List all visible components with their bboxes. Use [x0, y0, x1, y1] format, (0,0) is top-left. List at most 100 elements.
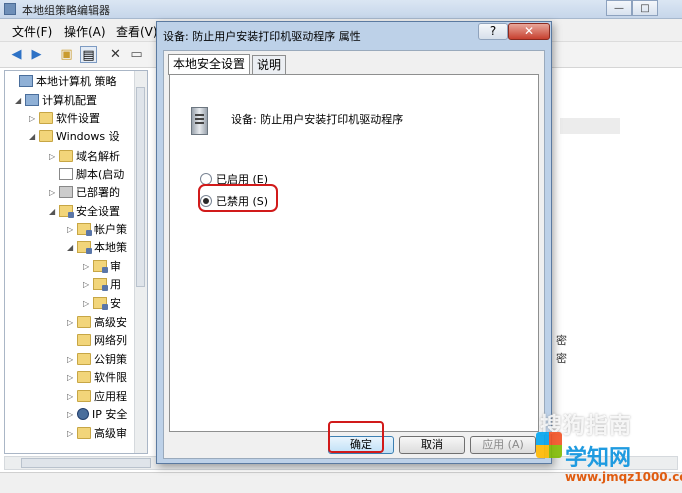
tree-item-label: 高级安: [94, 316, 127, 329]
tree-expander[interactable]: ▷: [83, 276, 92, 294]
highlight-annotation: [198, 184, 278, 212]
tree-item-label: 计算机配置: [42, 94, 97, 107]
dialog-title: 设备: 防止用户安装打印机驱动程序 属性: [163, 30, 361, 43]
dialog-body: 本地安全设置 说明 设备: 防止用户安装打印机驱动程序 已启用 (E) 已禁用 …: [163, 50, 545, 459]
tree-expander[interactable]: ◢: [67, 239, 76, 257]
tree-item[interactable]: ◢ 安全设置: [49, 203, 120, 221]
tree-item[interactable]: ▷ 高级审: [67, 425, 127, 443]
scrollbar-thumb[interactable]: [21, 458, 151, 468]
tree-expander[interactable]: ▷: [67, 388, 76, 406]
scrollbar-thumb[interactable]: [136, 87, 145, 287]
tree-expander[interactable]: ▷: [49, 148, 58, 166]
tree-expander[interactable]: ▷: [29, 110, 38, 128]
folder-icon: [39, 112, 53, 124]
server-icon: [191, 107, 208, 135]
computer-icon: [19, 75, 33, 87]
tree-item[interactable]: ▷ 软件设置: [29, 110, 100, 128]
menu-action[interactable]: 操作(A): [64, 23, 106, 40]
security-icon: [59, 205, 74, 218]
dialog-title-bar[interactable]: 设备: 防止用户安装打印机驱动程序 属性 ? ✕: [157, 22, 551, 48]
tree-expander[interactable]: ▷: [83, 258, 92, 276]
tree-expander[interactable]: ◢: [29, 128, 38, 146]
tree-item[interactable]: ▷ 软件限: [67, 369, 127, 387]
tree-item[interactable]: 网络列: [67, 332, 127, 350]
help-button[interactable]: ?: [478, 23, 508, 40]
tree-item-label: 高级审: [94, 427, 127, 440]
tree-expander[interactable]: ▷: [67, 314, 76, 332]
main-title-bar[interactable]: 本地组策略编辑器 — □: [0, 0, 682, 19]
tree-item-label: 本地计算机 策略: [36, 75, 117, 88]
folder-icon: [77, 334, 91, 346]
properties-dialog: 设备: 防止用户安装打印机驱动程序 属性 ? ✕ 本地安全设置 说明 设备: 防…: [156, 21, 552, 464]
delete-icon[interactable]: ✕: [107, 46, 124, 63]
tree-expander[interactable]: ▷: [67, 351, 76, 369]
tree-item-label: 域名解析: [76, 150, 120, 163]
tree-item[interactable]: ▷ 审: [83, 258, 121, 276]
tree-expander[interactable]: ◢: [15, 92, 24, 110]
up-folder-icon[interactable]: ▣: [58, 46, 75, 63]
tree-item[interactable]: 本地计算机 策略: [9, 73, 117, 91]
folder-lock-icon: [77, 223, 92, 236]
tree-expander[interactable]: ▷: [67, 221, 76, 239]
tree-item[interactable]: ▷ 安: [83, 295, 121, 313]
folder-icon: [77, 353, 91, 365]
folder-icon: [39, 130, 53, 142]
tree-item[interactable]: ▷ 用: [83, 276, 121, 294]
tree-item-label: Windows 设: [56, 130, 120, 143]
tab-explain[interactable]: 说明: [252, 55, 287, 74]
app-icon: [4, 3, 16, 15]
tree-expander[interactable]: ◢: [49, 203, 58, 221]
tree-expander[interactable]: ▷: [67, 406, 76, 424]
policy-name: 设备: 防止用户安装打印机驱动程序: [231, 113, 404, 126]
folder-icon: [77, 390, 91, 402]
printer-icon: [59, 186, 73, 198]
tree-item[interactable]: ◢ Windows 设: [29, 128, 120, 146]
policy-tree[interactable]: 本地计算机 策略 ◢ 计算机配置 ▷ 软件设置 ◢ Windows 设 ▷ 域名解析 脚…: [4, 70, 148, 454]
tree-item[interactable]: ▷ 高级安: [67, 314, 127, 332]
windows-logo-icon: [536, 432, 562, 458]
tree-item[interactable]: ◢ 本地策: [67, 239, 127, 257]
tree-item-label: 审: [110, 260, 121, 273]
site-watermark: 学知网 www.jmqz1000.com: [565, 440, 682, 492]
tree-item[interactable]: ▷ 帐户策: [67, 221, 127, 239]
tree-vertical-scrollbar[interactable]: [134, 71, 147, 453]
tree-item[interactable]: ▷ 域名解析: [49, 148, 120, 166]
forward-arrow-icon[interactable]: ▶: [28, 46, 45, 63]
tree-item-label: 安: [110, 297, 121, 310]
tree-item-label: 脚本(启动: [76, 168, 125, 181]
folder-lock-icon: [77, 241, 92, 254]
computer-icon: [25, 94, 39, 106]
maximize-button[interactable]: □: [632, 0, 658, 16]
tree-item-label: 已部署的: [76, 186, 120, 199]
tree-expander[interactable]: ▷: [83, 295, 92, 313]
close-button[interactable]: ✕: [508, 23, 550, 40]
tree-item[interactable]: ◢ 计算机配置: [15, 92, 97, 110]
folder-icon: [77, 371, 91, 383]
folder-lock-icon: [93, 297, 108, 310]
apply-button[interactable]: 应用 (A): [470, 436, 536, 454]
menu-view[interactable]: 查看(V): [116, 23, 158, 40]
tree-item[interactable]: 脚本(启动: [49, 166, 124, 184]
highlight-annotation: [328, 421, 384, 453]
main-window-title: 本地组策略编辑器: [22, 4, 110, 17]
tree-expander[interactable]: ▷: [67, 425, 76, 443]
tree-item[interactable]: ▷ 已部署的: [49, 184, 120, 202]
cancel-button[interactable]: 取消: [399, 436, 465, 454]
tree-item-label: 网络列: [94, 334, 127, 347]
folder-icon: [59, 150, 73, 162]
back-arrow-icon[interactable]: ◀: [8, 46, 25, 63]
tree-item[interactable]: ▷ 公钥策: [67, 351, 127, 369]
tab-local-security-setting[interactable]: 本地安全设置: [168, 54, 251, 75]
script-icon: [59, 168, 73, 180]
minimize-button[interactable]: —: [606, 0, 632, 16]
menu-file[interactable]: 文件(F): [12, 23, 52, 40]
folder-lock-icon: [93, 260, 108, 273]
folder-icon: [77, 316, 91, 328]
tree-expander[interactable]: ▷: [49, 184, 58, 202]
tree-expander[interactable]: ▷: [67, 369, 76, 387]
tree-item-label: 帐户策: [94, 223, 127, 236]
tree-item[interactable]: ▷ 应用程: [67, 388, 127, 406]
properties-icon[interactable]: ▭: [128, 46, 145, 63]
tree-item[interactable]: ▷ IP 安全: [67, 406, 127, 424]
show-hide-tree-icon[interactable]: ▤: [80, 46, 97, 63]
